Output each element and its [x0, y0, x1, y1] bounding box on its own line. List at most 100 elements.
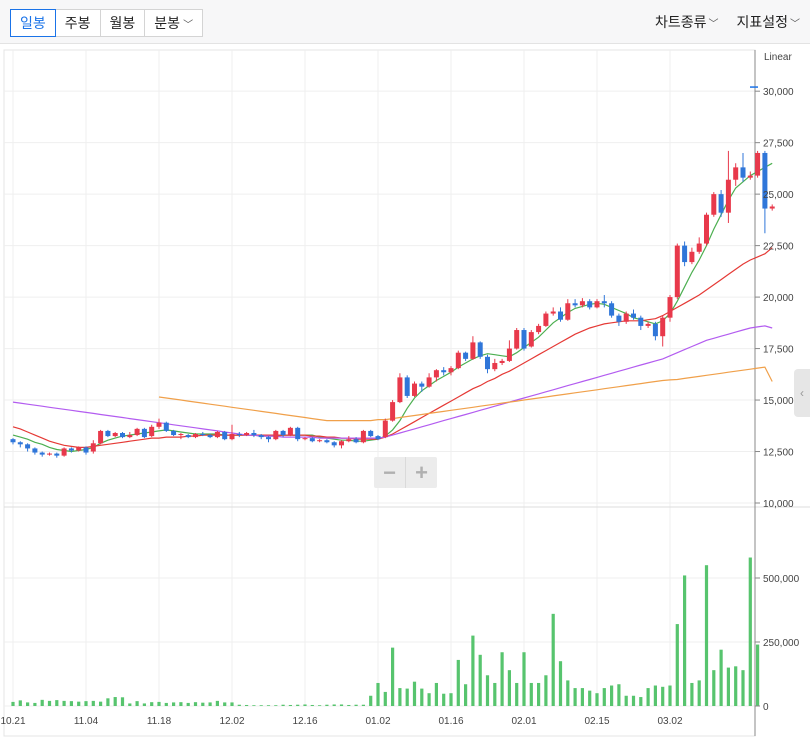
- candle-body: [258, 435, 264, 438]
- candle-body: [32, 448, 38, 453]
- candle-body: [302, 438, 308, 440]
- price-tick-label: 25,000: [763, 190, 794, 201]
- chart-type-dropdown[interactable]: 차트종류 ﹀: [655, 9, 719, 35]
- volume-bar: [179, 702, 183, 706]
- date-tick-label: 11.04: [74, 716, 99, 727]
- volume-bar: [186, 702, 190, 706]
- volume-bar: [55, 700, 59, 706]
- volume-bar: [537, 682, 541, 706]
- candle-body: [156, 422, 162, 427]
- candle-body: [331, 442, 337, 446]
- minus-icon[interactable]: −: [374, 457, 406, 488]
- volume-bar: [296, 704, 300, 706]
- candle-body: [90, 443, 96, 452]
- candle-body: [171, 430, 177, 436]
- volume-bar: [412, 681, 417, 706]
- volume-bar: [106, 698, 110, 706]
- candle-body: [463, 352, 469, 359]
- volume-bar: [325, 704, 329, 706]
- volume-bar: [507, 670, 511, 706]
- volume-bar: [544, 675, 548, 706]
- candle-body: [609, 303, 615, 316]
- candle-body: [10, 439, 16, 443]
- period-weekly-button[interactable]: 주봉: [54, 10, 100, 36]
- volume-bar: [551, 613, 555, 706]
- date-tick-label: 01.02: [365, 716, 390, 727]
- volume-bar: [26, 702, 30, 706]
- volume-bar: [361, 704, 365, 706]
- plus-icon[interactable]: +: [406, 457, 437, 488]
- candle-body: [506, 348, 512, 361]
- volume-bar: [252, 705, 256, 706]
- candle-body: [193, 434, 198, 438]
- volume-bar: [354, 704, 358, 706]
- date-tick-label: 02.15: [584, 716, 609, 727]
- candle-body: [397, 377, 403, 403]
- candle-body: [98, 430, 104, 444]
- volume-bar: [704, 565, 709, 706]
- candle-body: [623, 313, 629, 322]
- volume-bar: [668, 685, 672, 706]
- candle-body: [120, 432, 125, 438]
- period-minute-dropdown[interactable]: 분봉 ﹀: [144, 10, 202, 36]
- candle-body: [105, 430, 111, 437]
- candle-body: [324, 440, 330, 443]
- chevron-left-icon[interactable]: ‹: [794, 369, 810, 417]
- volume-bar: [376, 682, 380, 706]
- candle-body: [448, 368, 454, 373]
- scale-type-label[interactable]: Linear: [764, 52, 792, 63]
- volume-bar: [478, 654, 482, 706]
- volume-bar: [383, 691, 387, 706]
- volume-bar: [741, 670, 745, 706]
- candle-body: [404, 377, 410, 396]
- candle-body: [346, 439, 352, 442]
- volume-bar: [748, 557, 752, 706]
- volume-bar: [245, 704, 249, 706]
- period-daily-button[interactable]: 일봉: [10, 9, 56, 37]
- candle-body: [631, 313, 636, 318]
- date-tick-label: 11.18: [147, 716, 172, 727]
- candle-body: [229, 434, 235, 440]
- volume-tick-label: 0: [763, 702, 769, 713]
- volume-bar: [47, 700, 52, 706]
- price-tick-label: 30,000: [763, 87, 794, 98]
- candle-body: [222, 431, 228, 440]
- volume-bar: [464, 684, 468, 706]
- price-tick-label: 27,500: [763, 139, 794, 150]
- volume-bar: [11, 701, 15, 706]
- candle-body: [477, 342, 483, 357]
- date-tick-label: 02.01: [511, 716, 536, 727]
- candle-body: [645, 323, 651, 326]
- period-minute-label: 분봉: [154, 15, 181, 31]
- candle-body: [704, 214, 709, 244]
- candle-body: [134, 428, 140, 436]
- volume-bar: [391, 647, 395, 706]
- candle-body: [594, 301, 600, 308]
- candle-body: [25, 444, 31, 449]
- candle-body: [200, 434, 206, 436]
- candle-body: [455, 352, 461, 369]
- volume-bar: [719, 649, 723, 706]
- volume-bar: [281, 704, 285, 706]
- candle-body: [638, 317, 644, 326]
- volume-bar: [91, 700, 95, 706]
- volume-bar: [332, 704, 336, 706]
- stock-chart[interactable]: 10,000 12,500 15,000 17,500 20,000 22,500 25,0…: [0, 44, 810, 743]
- volume-bar: [427, 693, 431, 706]
- indicator-settings-dropdown[interactable]: 지표설정 ﹀: [736, 9, 800, 35]
- volume-bar: [712, 670, 716, 706]
- candle-body: [419, 383, 425, 387]
- period-monthly-button[interactable]: 월봉: [99, 10, 145, 36]
- candle-body: [740, 167, 746, 178]
- candle-body: [382, 420, 388, 438]
- candle-body: [696, 243, 702, 252]
- volume-bar: [77, 701, 81, 706]
- candle-body: [185, 435, 191, 438]
- price-tick-label: 22,500: [763, 242, 794, 253]
- candle-body: [127, 435, 133, 438]
- candle-body: [368, 430, 374, 437]
- candle-body: [68, 448, 74, 451]
- period-selector: 일봉 주봉 월봉 분봉 ﹀: [10, 9, 204, 37]
- chevron-down-icon: ﹀: [183, 20, 194, 31]
- candle-body: [725, 179, 731, 213]
